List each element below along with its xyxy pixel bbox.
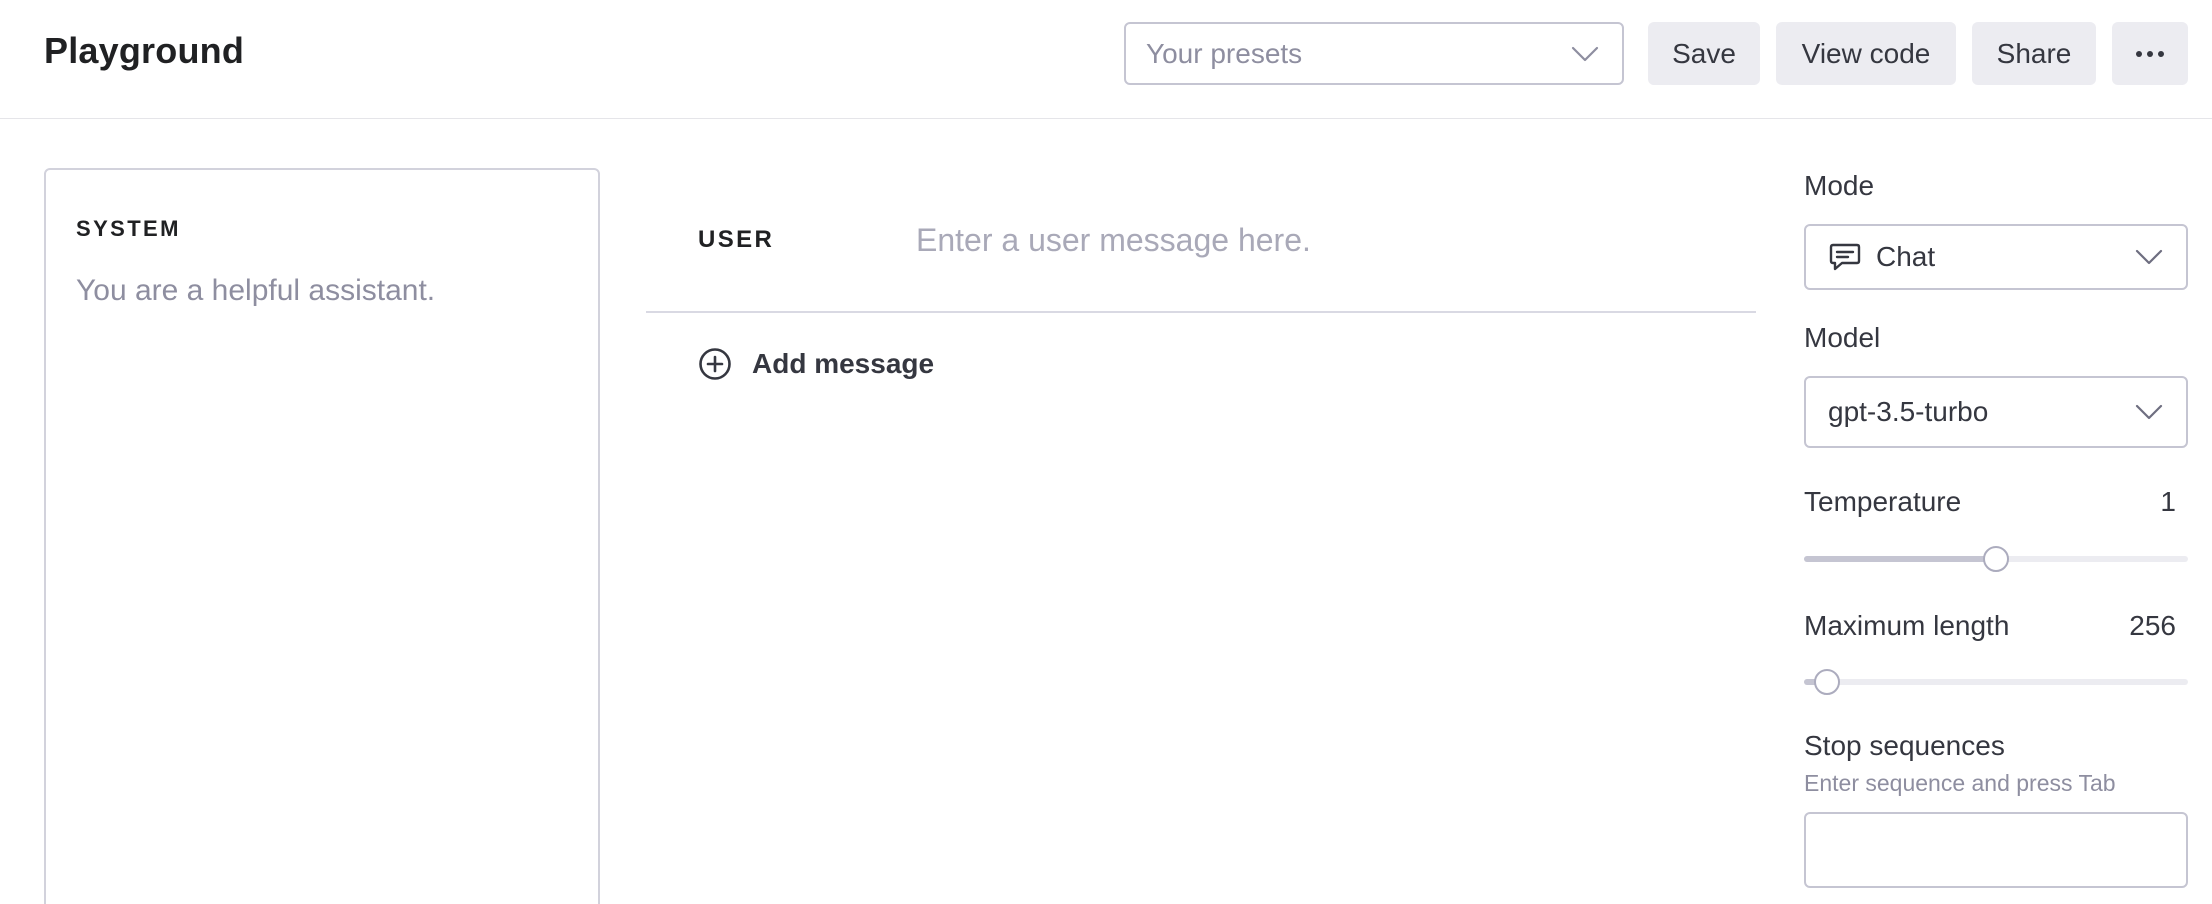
- add-message-button[interactable]: Add message: [698, 344, 934, 384]
- user-message-input[interactable]: [916, 214, 1716, 266]
- presets-placeholder: Your presets: [1146, 37, 1303, 69]
- save-button[interactable]: Save: [1648, 22, 1760, 85]
- chevron-down-icon: [1571, 46, 1599, 61]
- top-header: Playground Your presets Save View code S…: [0, 0, 2212, 119]
- temperature-slider[interactable]: [1804, 544, 2188, 574]
- view-code-button[interactable]: View code: [1776, 22, 1956, 85]
- system-panel[interactable]: SYSTEM You are a helpful assistant.: [44, 168, 600, 904]
- temperature-value[interactable]: 1: [2160, 486, 2176, 518]
- plus-circle-icon: [699, 348, 731, 380]
- mode-select[interactable]: Chat: [1804, 224, 2188, 290]
- model-select[interactable]: gpt-3.5-turbo: [1804, 376, 2188, 448]
- more-options-button[interactable]: [2112, 22, 2188, 85]
- stop-sequences-hint: Enter sequence and press Tab: [1804, 770, 2116, 796]
- ellipsis-icon: [2136, 50, 2164, 57]
- chevron-down-icon: [2135, 404, 2163, 420]
- page-title: Playground: [44, 30, 245, 71]
- model-value: gpt-3.5-turbo: [1828, 396, 1989, 427]
- chat-bubble-icon: [1829, 243, 1861, 271]
- stop-sequences-input[interactable]: [1804, 812, 2188, 888]
- maximum-length-slider[interactable]: [1804, 667, 2188, 697]
- slider-fill: [1804, 556, 1996, 562]
- system-message-placeholder[interactable]: You are a helpful assistant.: [76, 274, 435, 308]
- temperature-label: Temperature: [1804, 486, 1962, 517]
- add-message-label: Add message: [752, 348, 935, 379]
- system-label: SYSTEM: [76, 216, 181, 241]
- mode-value: Chat: [1876, 241, 1936, 272]
- presets-select[interactable]: Your presets: [1124, 22, 1624, 85]
- slider-thumb[interactable]: [1983, 546, 2009, 572]
- playground-page: Playground Your presets Save View code S…: [0, 0, 2212, 904]
- share-button[interactable]: Share: [1972, 22, 2096, 85]
- user-role-label[interactable]: USER: [698, 226, 774, 254]
- model-label: Model: [1804, 322, 1881, 353]
- chevron-down-icon: [2135, 249, 2163, 265]
- stop-sequences-label: Stop sequences: [1804, 730, 2005, 761]
- slider-thumb[interactable]: [1814, 669, 1841, 695]
- maximum-length-value[interactable]: 256: [2129, 610, 2176, 642]
- maximum-length-label: Maximum length: [1804, 610, 2010, 641]
- mode-label: Mode: [1804, 170, 1875, 201]
- user-message-row: USER: [646, 190, 1756, 313]
- slider-track: [1804, 679, 2188, 685]
